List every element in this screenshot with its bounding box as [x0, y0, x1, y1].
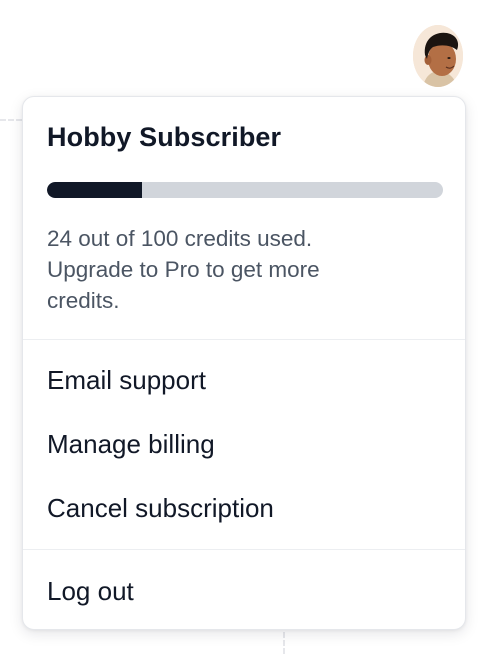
plan-title: Hobby Subscriber — [47, 122, 282, 152]
user-avatar-icon — [413, 25, 463, 87]
credits-usage-text: 24 out of 100 credits used. Upgrade to P… — [47, 226, 320, 313]
manage-billing-item[interactable]: Manage billing — [23, 416, 465, 472]
background-guide-vertical — [283, 632, 285, 654]
menu-divider — [23, 549, 465, 550]
background-guide-horizontal — [0, 119, 22, 121]
credits-progress-fill — [47, 182, 143, 198]
subscription-summary: Hobby Subscriber 24 out of 100 credits u… — [23, 97, 465, 339]
account-dropdown-menu: Hobby Subscriber 24 out of 100 credits u… — [22, 96, 466, 630]
log-out-item[interactable]: Log out — [23, 563, 465, 619]
credits-progress-bar — [47, 182, 443, 198]
page: Hobby Subscriber 24 out of 100 credits u… — [0, 0, 488, 654]
email-support-item[interactable]: Email support — [23, 352, 465, 408]
menu-divider — [23, 339, 465, 340]
user-avatar-button[interactable] — [413, 25, 463, 87]
cancel-subscription-item[interactable]: Cancel subscription — [23, 480, 465, 536]
